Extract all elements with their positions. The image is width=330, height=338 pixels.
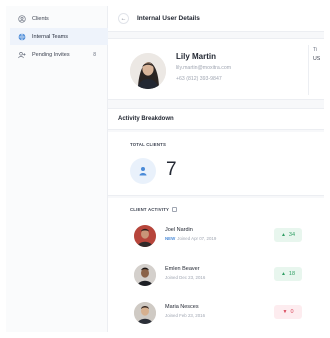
page-title: Internal User Details [137, 15, 200, 22]
sidebar-item-clients[interactable]: Clients [10, 10, 108, 27]
trend-up-icon: ▲ [280, 232, 286, 238]
client-activity-label: CLIENT ACTIVITY [130, 207, 170, 212]
sidebar-item-label: Pending Invites [32, 51, 70, 58]
app-window: Clients Internal Teams Pending Invites 8… [0, 0, 330, 338]
truncated-label: Ti [313, 47, 317, 53]
sidebar-item-label: Internal Teams [32, 33, 68, 40]
user-name: Lily Martin [176, 52, 217, 61]
divider [308, 45, 309, 95]
person-icon [130, 158, 156, 184]
avatar [130, 53, 166, 89]
back-button[interactable]: ← [118, 13, 129, 24]
arrow-left-icon: ← [120, 15, 127, 22]
client-name: Maria Nesces [165, 304, 199, 310]
client-activity-header: CLIENT ACTIVITY [130, 207, 178, 212]
client-name: Emlen Beaver [165, 266, 200, 272]
client-joined: Joined Feb 23, 2016 [165, 313, 206, 318]
person-icon [18, 14, 26, 23]
person-add-icon [18, 51, 26, 59]
list-item[interactable]: Maria Nesces Joined Feb 23, 2016 ▼ 0 [130, 299, 310, 329]
user-phone: +63 (812) 393-9847 [176, 76, 222, 82]
info-icon[interactable] [172, 207, 178, 212]
sidebar-item-internal-teams[interactable]: Internal Teams [10, 28, 108, 45]
trend-down-icon: ▼ [282, 309, 288, 315]
avatar [134, 225, 156, 247]
pending-count-badge: 8 [93, 51, 96, 58]
activity-count-badge: ▼ 0 [274, 305, 302, 319]
list-item[interactable]: Joel Nardin NEW Joined Apr 07, 2019 ▲ 34 [130, 222, 310, 252]
sidebar-item-pending-invites[interactable]: Pending Invites 8 [10, 46, 108, 63]
profile-card: Lily Martin lily.martin@moxitra.com +63 … [108, 38, 324, 100]
total-clients-value: 7 [166, 159, 177, 180]
sidebar: Clients Internal Teams Pending Invites 8 [6, 6, 108, 332]
avatar [134, 264, 156, 286]
truncated-value: US [313, 56, 321, 62]
sidebar-item-label: Clients [32, 15, 49, 22]
client-joined: Joined Dec 23, 2016 [165, 275, 206, 280]
header-bar: ← Internal User Details [108, 6, 324, 32]
activity-count-badge: ▲ 34 [274, 228, 302, 242]
total-clients-card: TOTAL CLIENTS 7 [108, 132, 324, 196]
client-name: Joel Nardin [165, 227, 193, 233]
main-panel: ← Internal User Details Lily Martin lily… [108, 6, 324, 332]
total-clients-label: TOTAL CLIENTS [130, 142, 167, 147]
user-email: lily.martin@moxitra.com [176, 65, 232, 71]
trend-up-icon: ▲ [280, 271, 286, 277]
activity-count-badge: ▲ 18 [274, 267, 302, 281]
client-joined: NEW Joined Apr 07, 2019 [165, 236, 217, 241]
client-activity-card: CLIENT ACTIVITY Joel Nardin NEW Joined Ap… [108, 198, 324, 332]
list-item[interactable]: Emlen Beaver Joined Dec 23, 2016 ▲ 18 [130, 261, 310, 291]
section-title: Activity Breakdown [108, 108, 324, 130]
globe-icon [18, 32, 26, 41]
new-badge: NEW [165, 236, 176, 241]
avatar [134, 302, 156, 324]
